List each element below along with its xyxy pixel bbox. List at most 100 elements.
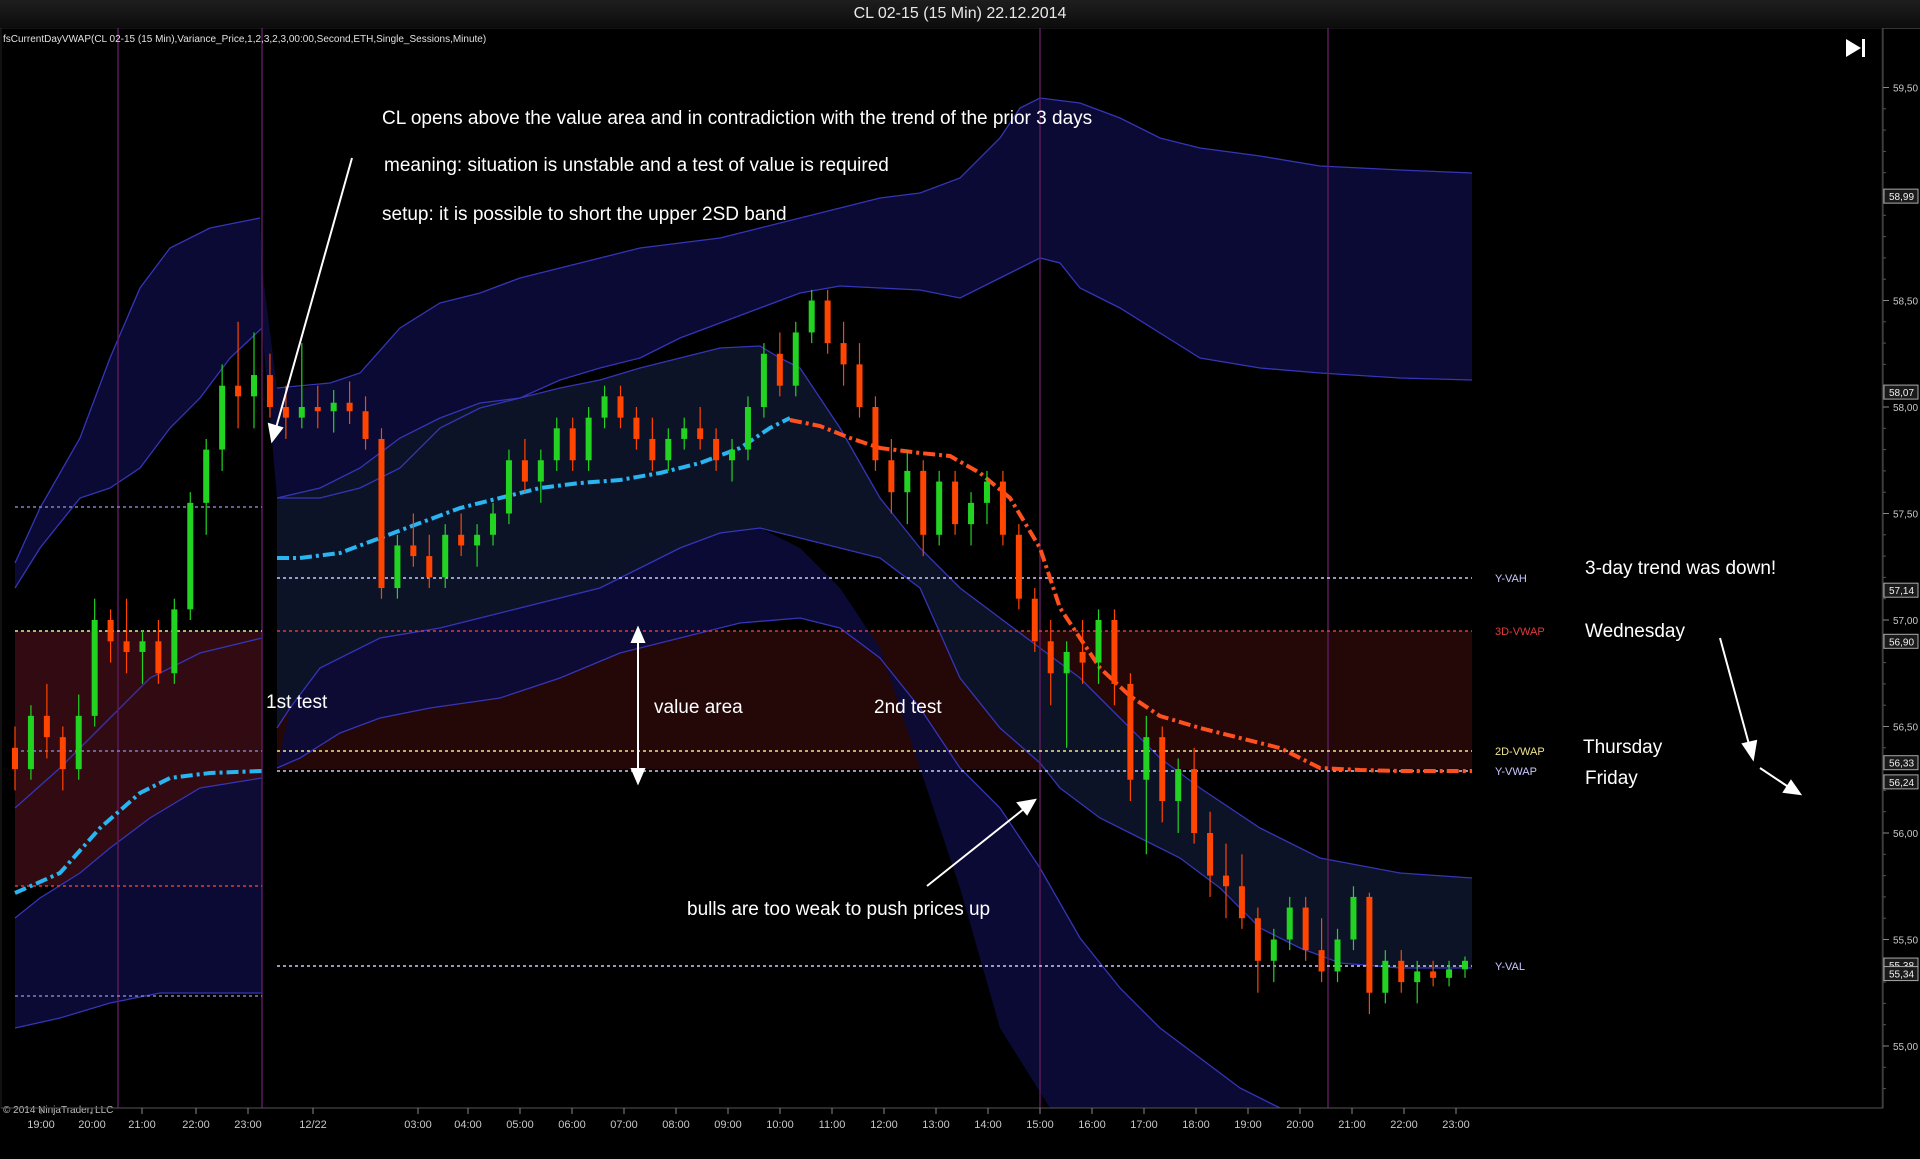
- candle: [378, 428, 385, 599]
- level-label-y-vwap: Y-VWAP: [1495, 766, 1537, 778]
- time-tick-label: 14:00: [974, 1119, 1002, 1131]
- price-marker: 56,33: [1883, 755, 1919, 771]
- time-tick: 12:00: [870, 1108, 898, 1131]
- time-tick: 06:00: [558, 1108, 586, 1131]
- time-tick-label: 22:00: [182, 1119, 210, 1131]
- time-tick-label: 20:00: [78, 1119, 106, 1131]
- time-tick: 08:00: [662, 1108, 690, 1131]
- time-tick-label: 23:00: [1442, 1119, 1470, 1131]
- note-friday: Friday: [1585, 768, 1638, 789]
- time-tick-label: 22:00: [1390, 1119, 1418, 1131]
- time-tick-label: 07:00: [610, 1119, 638, 1131]
- time-tick-label: 19:00: [27, 1119, 55, 1131]
- note-open-3: setup: it is possible to short the upper…: [382, 204, 787, 225]
- candle: [187, 492, 194, 620]
- time-tick: 12/22: [299, 1108, 327, 1131]
- time-tick-label: 19:00: [1234, 1119, 1262, 1131]
- price-marker: 57,14: [1883, 582, 1919, 598]
- price-marker: 58,99: [1883, 188, 1919, 204]
- time-tick: 16:00: [1078, 1108, 1106, 1131]
- price-marker-label: 56,33: [1889, 759, 1914, 770]
- price-marker: 56,24: [1883, 774, 1919, 790]
- time-tick: 21:00: [128, 1108, 156, 1131]
- note-bulls: bulls are too weak to push prices up: [687, 899, 990, 920]
- price-tick: 56,00: [1883, 829, 1918, 919]
- time-tick: 18:00: [1182, 1108, 1210, 1131]
- price-tick-label: 59,50: [1893, 84, 1918, 95]
- candle: [1015, 524, 1022, 610]
- candle: [171, 598, 178, 684]
- price-tick-label: 58,00: [1893, 403, 1918, 414]
- time-tick: 07:00: [610, 1108, 638, 1131]
- price-tick: 57,00: [1883, 616, 1918, 706]
- price-tick-label: 56,00: [1893, 829, 1918, 840]
- price-markers: 58,9958,0757,1456,9056,3356,2455,3855,34: [1883, 188, 1919, 982]
- copyright: © 2014 NinjaTrader, LLC: [3, 1105, 113, 1116]
- note-open-2: meaning: situation is unstable and a tes…: [384, 155, 889, 176]
- candle: [792, 321, 799, 397]
- time-tick: 20:00: [1286, 1108, 1314, 1131]
- candle: [27, 705, 34, 780]
- time-tick-label: 04:00: [454, 1119, 482, 1131]
- time-tick-label: 16:00: [1078, 1119, 1106, 1131]
- time-tick: 11:00: [819, 1108, 846, 1131]
- time-tick: 21:00: [1338, 1108, 1366, 1131]
- candle: [936, 470, 943, 546]
- price-marker-label: 57,14: [1889, 586, 1914, 597]
- level-label-3d-vwap: 3D-VWAP: [1495, 626, 1545, 638]
- price-tick-label: 55,00: [1893, 1042, 1918, 1053]
- time-tick: 05:00: [506, 1108, 534, 1131]
- time-tick-label: 12:00: [870, 1119, 898, 1131]
- price-marker-label: 55,34: [1889, 970, 1914, 981]
- time-tick-label: 03:00: [404, 1119, 432, 1131]
- price-tick: 55,00: [1883, 1042, 1918, 1090]
- time-tick: 04:00: [454, 1108, 482, 1131]
- candle: [505, 449, 512, 525]
- level-label-y-val: Y-VAL: [1495, 961, 1525, 973]
- time-tick: 17:00: [1130, 1108, 1158, 1131]
- time-tick-label: 06:00: [558, 1119, 586, 1131]
- time-tick: 22:00: [182, 1108, 210, 1131]
- note-first-test: 1st test: [266, 692, 328, 713]
- candle: [760, 343, 767, 418]
- price-tick: 59,50: [1883, 84, 1918, 174]
- time-tick-label: 10:00: [766, 1119, 794, 1131]
- price-tick-label: 55,50: [1893, 936, 1918, 947]
- time-tick: 14:00: [974, 1108, 1002, 1131]
- time-tick: 19:00: [1234, 1108, 1262, 1131]
- price-tick: 58,00: [1883, 403, 1918, 493]
- time-tick-label: 21:00: [128, 1119, 156, 1131]
- time-tick: 15:00: [1026, 1108, 1054, 1131]
- time-tick-label: 23:00: [234, 1119, 262, 1131]
- price-marker-label: 56,90: [1889, 637, 1914, 648]
- price-tick-label: 57,00: [1893, 616, 1918, 627]
- price-marker-label: 58,99: [1889, 192, 1914, 203]
- time-tick: 13:00: [922, 1108, 950, 1131]
- time-tick-label: 15:00: [1026, 1119, 1054, 1131]
- note-value-area: value area: [654, 697, 743, 718]
- time-tick-label: 20:00: [1286, 1119, 1314, 1131]
- time-tick-label: 13:00: [922, 1119, 950, 1131]
- price-chart[interactable]: Y-VAH 3D-VWAP 2D-VWAP Y-VWAP Y-VAL CL op…: [0, 28, 1920, 1159]
- time-tick-label: 17:00: [1130, 1119, 1158, 1131]
- time-axis: 19:00 20:00 21:00 22:00 23:00 12/22 03:00 04:00…: [27, 1108, 1470, 1131]
- price-marker-label: 58,07: [1889, 388, 1914, 399]
- price-tick-label: 56,50: [1893, 723, 1918, 734]
- time-tick-label: 21:00: [1338, 1119, 1366, 1131]
- price-tick: 58,50: [1883, 297, 1918, 387]
- time-tick-label: 08:00: [662, 1119, 690, 1131]
- note-second-test: 2nd test: [874, 697, 942, 718]
- indicator-label: fsCurrentDayVWAP(CL 02-15 (15 Min),Varia…: [3, 34, 486, 45]
- price-tick-label: 58,50: [1893, 297, 1918, 308]
- price-marker-label: 56,24: [1889, 778, 1914, 789]
- level-label-2d-vwap: 2D-VWAP: [1495, 746, 1545, 758]
- time-tick-label: 05:00: [506, 1119, 534, 1131]
- candle: [999, 470, 1006, 546]
- time-tick-label: 18:00: [1182, 1119, 1210, 1131]
- time-tick-label: 12/22: [299, 1119, 327, 1131]
- level-label-y-vah: Y-VAH: [1495, 573, 1527, 585]
- time-tick: 03:00: [404, 1108, 432, 1131]
- window-title: CL 02-15 (15 Min) 22.12.2014: [0, 0, 1920, 29]
- note-trend: 3-day trend was down!: [1585, 558, 1776, 579]
- time-tick-label: 11:00: [819, 1119, 846, 1131]
